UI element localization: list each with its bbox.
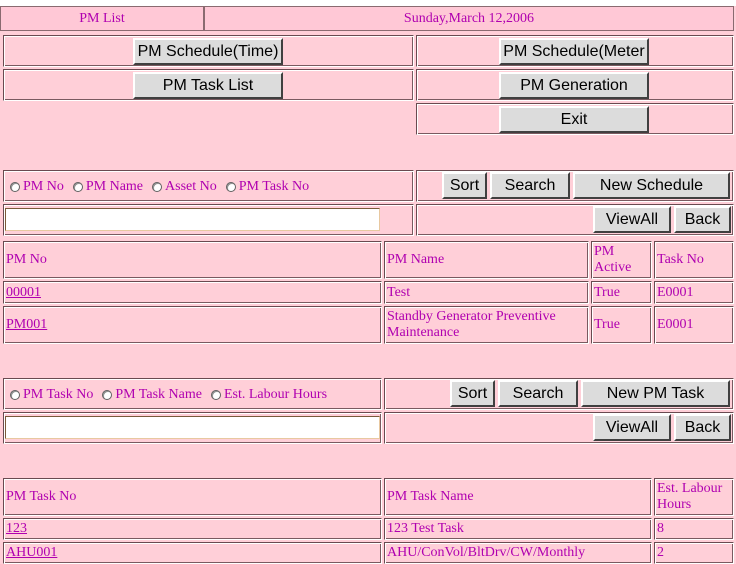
schedule-search-button[interactable]: Search xyxy=(490,172,570,199)
pm-name-cell: Standby Generator Preventive Maintenance xyxy=(384,306,589,344)
radio-label: PM Task No xyxy=(238,179,310,194)
schedule-search-input[interactable] xyxy=(5,208,380,231)
new-pm-task-button[interactable]: New PM Task xyxy=(581,380,730,407)
radio-pm-task-name[interactable]: PM Task Name xyxy=(102,387,202,403)
pm-no-link[interactable]: PM001 xyxy=(6,317,47,333)
radio-circle[interactable] xyxy=(102,390,113,400)
new-schedule-button[interactable]: New Schedule xyxy=(573,172,730,199)
radio-pm-task-no[interactable]: PM Task No xyxy=(225,179,310,195)
pm-active-cell: True xyxy=(591,306,652,344)
radio-label: PM Task Name xyxy=(115,387,202,402)
radio-est-labour-hours[interactable]: Est. Labour Hours xyxy=(210,387,328,403)
radio-label: Asset No xyxy=(165,179,217,194)
radio-circle[interactable] xyxy=(152,182,163,192)
schedule-viewall-button[interactable]: ViewAll xyxy=(593,206,671,233)
pm-no-link[interactable]: 00001 xyxy=(6,285,41,301)
pm-generation-button[interactable]: PM Generation xyxy=(499,72,649,99)
exit-button[interactable]: Exit xyxy=(499,106,649,133)
pm-task-no-link[interactable]: AHU001 xyxy=(6,545,57,561)
est-labour-hours-cell: 8 xyxy=(654,518,734,540)
task-back-button[interactable]: Back xyxy=(674,414,731,441)
pm-schedule-meter-button[interactable]: PM Schedule(Meter xyxy=(499,38,649,65)
task-no-cell: E0001 xyxy=(654,306,734,344)
col-header-pm-active: PM Active xyxy=(591,241,652,279)
col-header-est-labour-hours: Est. Labour Hours xyxy=(654,478,734,516)
pm-active-cell: True xyxy=(591,281,652,304)
radio-pm-task-no[interactable]: PM Task No xyxy=(10,387,93,403)
pm-name-cell: Test xyxy=(384,281,589,304)
radio-label: Est. Labour Hours xyxy=(223,387,328,402)
radio-pm-name[interactable]: PM Name xyxy=(72,179,144,195)
radio-circle[interactable] xyxy=(10,390,20,400)
task-no-cell: E0001 xyxy=(654,281,734,304)
radio-label: PM Name xyxy=(85,179,144,194)
table-row: AHU001 xyxy=(3,542,382,564)
task-sort-options: PM Task No PM Task Name Est. Labour Hour… xyxy=(10,387,336,403)
col-header-pm-task-name: PM Task Name xyxy=(384,478,652,516)
radio-circle[interactable] xyxy=(225,182,236,192)
col-header-pm-no: PM No xyxy=(3,241,382,279)
col-header-pm-name: PM Name xyxy=(384,241,589,279)
table-row: 00001 xyxy=(3,281,382,304)
table-row: 123 xyxy=(3,518,382,540)
page-title: PM List xyxy=(0,6,204,31)
schedule-sort-options: PM No PM Name Asset No PM Task No xyxy=(10,179,318,195)
radio-asset-no[interactable]: Asset No xyxy=(152,179,217,195)
radio-circle[interactable] xyxy=(10,182,20,192)
pm-task-no-link[interactable]: 123 xyxy=(6,521,27,537)
schedule-back-button[interactable]: Back xyxy=(674,206,731,233)
task-viewall-button[interactable]: ViewAll xyxy=(593,414,671,441)
date-label: Sunday,March 12,2006 xyxy=(204,6,734,31)
radio-label: PM Task No xyxy=(23,387,94,402)
radio-pm-no[interactable]: PM No xyxy=(10,179,64,195)
task-search-input[interactable] xyxy=(5,416,380,439)
radio-circle[interactable] xyxy=(72,182,83,192)
pm-task-list-button[interactable]: PM Task List xyxy=(133,72,283,99)
pm-task-name-cell: AHU/ConVol/BltDrv/CW/Monthly xyxy=(384,542,652,564)
pm-schedule-time-button[interactable]: PM Schedule(Time) xyxy=(133,38,283,65)
radio-circle[interactable] xyxy=(210,390,221,400)
est-labour-hours-cell: 2 xyxy=(654,542,734,564)
radio-label: PM No xyxy=(23,179,64,194)
col-header-pm-task-no: PM Task No xyxy=(3,478,382,516)
pm-task-name-cell: 123 Test Task xyxy=(384,518,652,540)
col-header-task-no: Task No xyxy=(654,241,734,279)
task-search-button[interactable]: Search xyxy=(498,380,578,407)
schedule-sort-button[interactable]: Sort xyxy=(442,172,487,199)
task-sort-button[interactable]: Sort xyxy=(450,380,495,407)
table-row: PM001 xyxy=(3,306,382,344)
